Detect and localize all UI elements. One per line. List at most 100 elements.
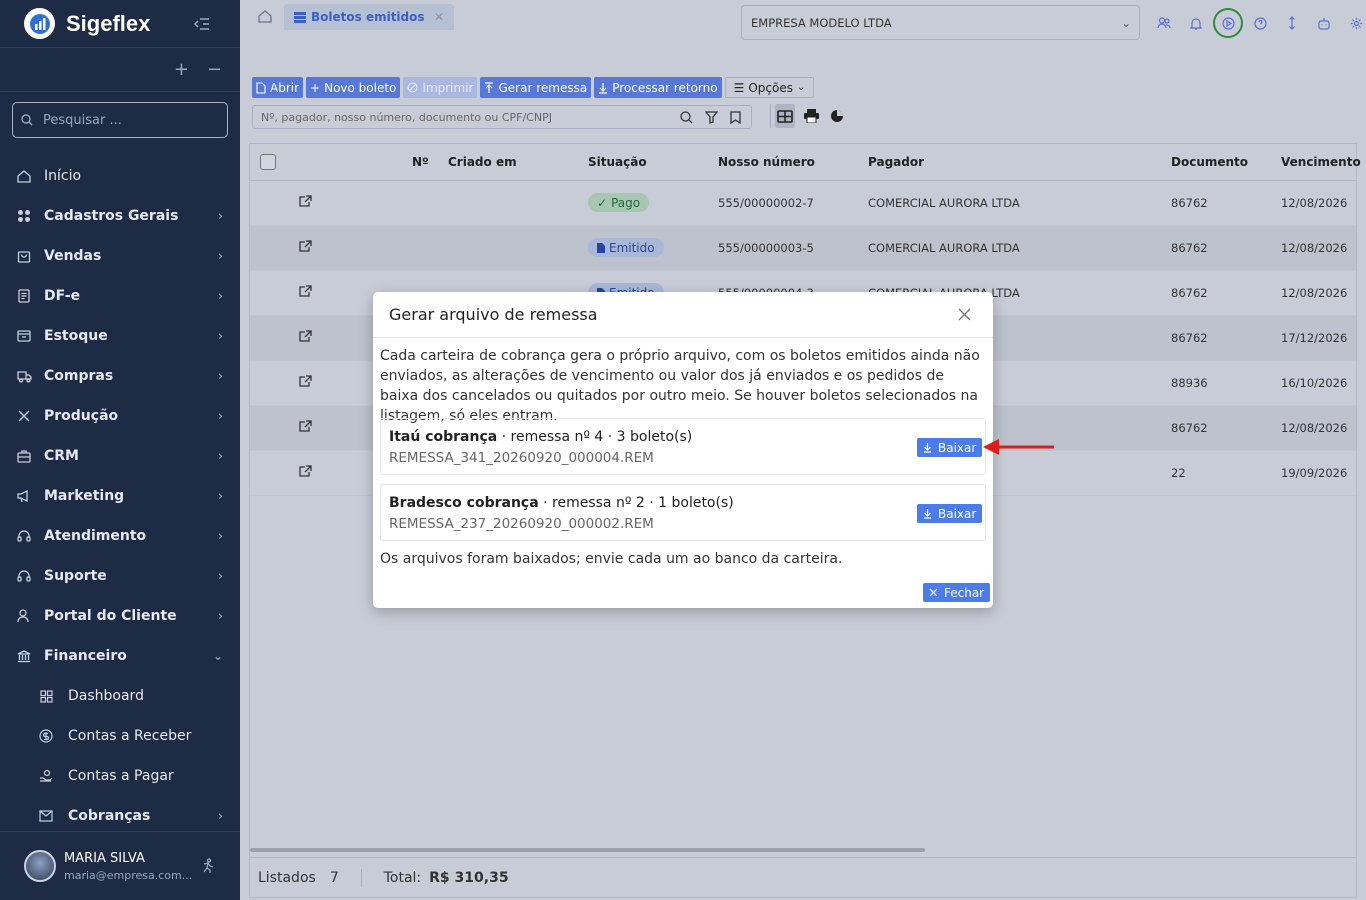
box-icon: [16, 328, 32, 344]
sidebar-item-portal[interactable]: Portal do Cliente ›: [0, 596, 240, 636]
open-external-icon[interactable]: [298, 465, 312, 478]
top-icons: [1148, 8, 1366, 38]
headset-icon: [16, 568, 32, 584]
open-external-icon[interactable]: [298, 330, 312, 343]
open-external-icon[interactable]: [298, 420, 312, 433]
sidebar-item-label: CRM: [44, 448, 79, 464]
home-icon[interactable]: [258, 9, 272, 23]
horizontal-scrollbar[interactable]: [250, 848, 925, 852]
table-header: Nº Criado em Situação Nosso número Pagad…: [250, 144, 1361, 181]
imprimir-button[interactable]: Imprimir: [403, 77, 478, 98]
bank-name: Bradesco cobrança: [389, 495, 539, 511]
col-situacao[interactable]: Situação: [588, 155, 647, 169]
sidebar-item-suporte[interactable]: Suporte ›: [0, 556, 240, 596]
sidebar-item-compras[interactable]: Compras ›: [0, 356, 240, 396]
open-external-icon[interactable]: [298, 240, 312, 253]
sidebar-item-marketing[interactable]: Marketing ›: [0, 476, 240, 516]
sidebar-item-crm[interactable]: CRM ›: [0, 436, 240, 476]
opcoes-button[interactable]: ☰ Opções ⌄: [724, 77, 815, 98]
sidebar-menu: Início Cadastros Gerais › Vendas › DF-e …: [0, 156, 240, 836]
vencimento-cell: 12/08/2026: [1281, 241, 1348, 255]
company-select[interactable]: EMPRESA MODELO LTDA ⌄: [741, 5, 1140, 40]
close-icon[interactable]: [958, 308, 971, 321]
listados-label: Listados: [258, 869, 316, 886]
robot-icon[interactable]: [1308, 8, 1340, 38]
users-icon[interactable]: [1148, 8, 1180, 38]
col-criado[interactable]: Criado em: [448, 155, 517, 169]
novo-boleto-button[interactable]: + Novo boleto: [306, 77, 401, 98]
sidebar-user[interactable]: MARIA SILVA maria@empresa.com...: [0, 831, 240, 900]
table-row[interactable]: Emitido 555/00000003-5 COMERCIAL AURORA LT…: [250, 226, 1356, 271]
sidebar-item-vendas[interactable]: Vendas ›: [0, 236, 240, 276]
print-icon[interactable]: [801, 104, 821, 128]
col-numero[interactable]: Nº: [412, 155, 429, 169]
collapse-sidebar-icon[interactable]: [194, 17, 210, 31]
fechar-button[interactable]: Fechar: [923, 583, 991, 602]
table-view-icon[interactable]: [775, 104, 795, 128]
filter-input[interactable]: [261, 110, 661, 124]
sidebar-subitem-contas-receber[interactable]: Contas a Receber: [0, 716, 240, 756]
card-title: Itaú cobrança · remessa nº 4 · 3 boleto(…: [389, 429, 692, 445]
filter-icon[interactable]: [705, 110, 718, 124]
col-nosso-numero[interactable]: Nosso número: [718, 155, 815, 169]
sidebar-item-label: Contas a Pagar: [68, 768, 174, 784]
col-documento[interactable]: Documento: [1171, 155, 1248, 169]
grid-icon: [16, 208, 32, 224]
sidebar-search-input[interactable]: [43, 112, 213, 128]
annotation-arrow-icon: [983, 439, 1054, 455]
help-icon[interactable]: [1244, 8, 1276, 38]
chevron-down-icon: ⌄: [797, 82, 806, 93]
file-name: REMESSA_341_20260920_000004.REM: [389, 450, 654, 466]
sidebar-subitem-contas-pagar[interactable]: Contas a Pagar: [0, 756, 240, 796]
play-icon[interactable]: [1213, 8, 1243, 38]
tab-boletos-emitidos[interactable]: Boletos emitidos ✕: [284, 4, 454, 30]
sidebar-search[interactable]: [12, 102, 228, 138]
download-icon: [599, 82, 608, 94]
expand-all-icon[interactable]: +: [174, 59, 189, 80]
open-external-icon[interactable]: [298, 285, 312, 298]
col-pagador[interactable]: Pagador: [868, 155, 924, 169]
vencimento-cell: 16/10/2026: [1281, 376, 1348, 390]
collapse-all-icon[interactable]: −: [207, 59, 222, 80]
search-icon[interactable]: [680, 110, 693, 124]
sidebar-item-label: Vendas: [44, 248, 102, 264]
briefcase-icon: [16, 448, 32, 464]
vencimento-cell: 12/08/2026: [1281, 421, 1348, 435]
open-external-icon[interactable]: [298, 375, 312, 388]
status-label: Emitido: [609, 240, 655, 255]
view-toggles: [770, 104, 847, 128]
sidebar-item-dfe[interactable]: DF-e ›: [0, 276, 240, 316]
card-title: Bradesco cobrança · remessa nº 2 · 1 bol…: [389, 495, 734, 511]
sidebar-item-cadastros[interactable]: Cadastros Gerais ›: [0, 196, 240, 236]
ban-icon: [407, 82, 418, 93]
gear-icon[interactable]: [1340, 8, 1366, 38]
sidebar-item-atendimento[interactable]: Atendimento ›: [0, 516, 240, 556]
avatar[interactable]: [24, 850, 56, 882]
close-tab-icon[interactable]: ✕: [434, 10, 444, 24]
sidebar-item-estoque[interactable]: Estoque ›: [0, 316, 240, 356]
sidebar-item-producao[interactable]: Produção ›: [0, 396, 240, 436]
baixar-bradesco-button[interactable]: Baixar: [917, 504, 983, 523]
bell-icon[interactable]: [1180, 8, 1212, 38]
vertical-arrows-icon[interactable]: [1276, 8, 1308, 38]
open-external-icon[interactable]: [298, 195, 312, 208]
run-icon[interactable]: [200, 858, 216, 874]
abrir-button[interactable]: Abrir: [252, 77, 304, 98]
select-all-checkbox[interactable]: [260, 154, 276, 170]
sidebar-subitem-cobrancas[interactable]: Cobranças ›: [0, 796, 240, 836]
pie-chart-icon[interactable]: [827, 104, 847, 128]
plus-icon: +: [310, 80, 321, 95]
bookmark-icon[interactable]: [730, 110, 741, 124]
table-row[interactable]: ✓ Pago 555/00000002-7 COMERCIAL AURORA LTDA…: [250, 181, 1356, 226]
sidebar-item-financeiro[interactable]: Financeiro ⌄: [0, 636, 240, 676]
chevron-right-icon: ›: [218, 449, 223, 463]
processar-retorno-button[interactable]: Processar retorno: [594, 77, 722, 98]
gerar-remessa-button[interactable]: Gerar remessa: [480, 77, 592, 98]
status-badge: ✓ Pago: [588, 193, 650, 212]
sidebar-item-inicio[interactable]: Início: [0, 156, 240, 196]
baixar-itau-button[interactable]: Baixar: [917, 438, 983, 457]
gerar-remessa-label: Gerar remessa: [498, 80, 588, 95]
sidebar-subitem-dashboard[interactable]: Dashboard: [0, 676, 240, 716]
pagador-cell: COMERCIAL AURORA LTDA: [868, 196, 1020, 210]
col-vencimento[interactable]: Vencimento: [1281, 155, 1361, 169]
